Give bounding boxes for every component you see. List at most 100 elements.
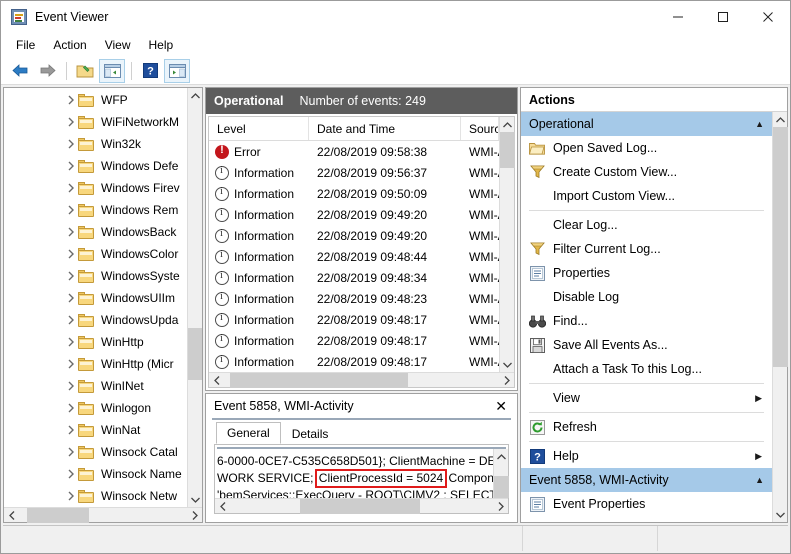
- column-header-level[interactable]: Level: [209, 117, 309, 140]
- scroll-up-arrow[interactable]: [494, 449, 509, 464]
- action-item[interactable]: ? Help ▶: [521, 444, 772, 468]
- chevron-right-icon[interactable]: [64, 315, 78, 325]
- event-scroll-track[interactable]: [499, 132, 515, 357]
- submenu-arrow-icon[interactable]: ▶: [755, 393, 772, 404]
- event-list-vertical-scrollbar[interactable]: [499, 117, 515, 372]
- maximize-button[interactable]: [700, 1, 745, 33]
- details-hscroll-thumb[interactable]: [300, 498, 420, 514]
- submenu-arrow-icon[interactable]: ▶: [755, 451, 772, 462]
- scroll-left-arrow[interactable]: [209, 373, 224, 388]
- tree-item[interactable]: WinNat: [4, 419, 187, 441]
- event-hscroll-thumb[interactable]: [230, 372, 408, 388]
- tree-hscroll-track[interactable]: [19, 507, 187, 523]
- table-row[interactable]: Information 22/08/2019 09:48:17 WMI-A: [209, 330, 499, 351]
- actions-scroll-thumb[interactable]: [772, 127, 788, 367]
- tree-item[interactable]: WinHttp (Micr: [4, 353, 187, 375]
- details-hscroll-track[interactable]: [230, 498, 493, 514]
- chevron-right-icon[interactable]: [64, 425, 78, 435]
- chevron-right-icon[interactable]: [64, 447, 78, 457]
- scroll-right-arrow[interactable]: [499, 373, 514, 388]
- action-item[interactable]: Open Saved Log...: [521, 136, 772, 160]
- table-row[interactable]: Information 22/08/2019 09:50:09 WMI-A: [209, 183, 499, 204]
- table-row[interactable]: Information 22/08/2019 09:48:17 WMI-A: [209, 309, 499, 330]
- tab-details[interactable]: Details: [281, 423, 340, 444]
- scroll-left-arrow[interactable]: [4, 508, 19, 523]
- scroll-up-arrow[interactable]: [188, 88, 203, 103]
- chevron-right-icon[interactable]: [64, 183, 78, 193]
- table-row[interactable]: Information 22/08/2019 09:56:37 WMI-A: [209, 162, 499, 183]
- action-item[interactable]: Disable Log: [521, 285, 772, 309]
- scroll-right-arrow[interactable]: [187, 508, 202, 523]
- tree-item[interactable]: Winsock Catal: [4, 441, 187, 463]
- menu-help[interactable]: Help: [140, 35, 183, 55]
- chevron-right-icon[interactable]: [64, 403, 78, 413]
- event-scroll-thumb[interactable]: [499, 132, 515, 168]
- forward-button[interactable]: [34, 59, 60, 83]
- tree-item[interactable]: Windows Rem: [4, 199, 187, 221]
- chevron-right-icon[interactable]: [64, 337, 78, 347]
- tree-item[interactable]: WindowsSyste: [4, 265, 187, 287]
- table-row[interactable]: Information 22/08/2019 09:48:44 WMI-A: [209, 246, 499, 267]
- action-item[interactable]: Import Custom View...: [521, 184, 772, 208]
- tab-general[interactable]: General: [216, 422, 281, 444]
- tree-item[interactable]: WFP: [4, 89, 187, 111]
- scroll-up-arrow[interactable]: [500, 117, 515, 132]
- action-item[interactable]: Find...: [521, 309, 772, 333]
- tree-item[interactable]: WinHttp: [4, 331, 187, 353]
- chevron-right-icon[interactable]: [64, 161, 78, 171]
- details-horizontal-scrollbar[interactable]: [215, 498, 508, 514]
- details-vertical-scrollbar[interactable]: [493, 449, 509, 498]
- actions-scroll-track[interactable]: [772, 127, 788, 507]
- chevron-right-icon[interactable]: [64, 491, 78, 501]
- actions-vertical-scrollbar[interactable]: [772, 112, 788, 522]
- column-header-date-and-time[interactable]: Date and Time: [309, 117, 461, 140]
- chevron-up-icon[interactable]: ▲: [755, 119, 764, 129]
- tree-item[interactable]: Winlogon: [4, 397, 187, 419]
- action-item[interactable]: Event Properties: [521, 492, 772, 516]
- scroll-right-arrow[interactable]: [493, 499, 508, 514]
- details-scroll-track[interactable]: [493, 464, 509, 498]
- scroll-down-arrow[interactable]: [500, 357, 515, 372]
- tree-item[interactable]: WinINet: [4, 375, 187, 397]
- tree-item[interactable]: Windows Defe: [4, 155, 187, 177]
- column-header-source[interactable]: Source: [461, 117, 499, 140]
- tree-item[interactable]: Winsock Name: [4, 463, 187, 485]
- minimize-button[interactable]: [655, 1, 700, 33]
- chevron-right-icon[interactable]: [64, 227, 78, 237]
- chevron-right-icon[interactable]: [64, 95, 78, 105]
- scroll-down-arrow[interactable]: [188, 492, 203, 507]
- tree-item[interactable]: WindowsColor: [4, 243, 187, 265]
- chevron-right-icon[interactable]: [64, 469, 78, 479]
- action-item[interactable]: Attach Task To This Event...: [521, 516, 772, 522]
- chevron-right-icon[interactable]: [64, 249, 78, 259]
- menu-view[interactable]: View: [96, 35, 140, 55]
- scroll-down-arrow[interactable]: [773, 507, 788, 522]
- scroll-left-arrow[interactable]: [215, 499, 230, 514]
- scroll-up-arrow[interactable]: [773, 112, 788, 127]
- actions-group-header[interactable]: Operational ▲: [521, 112, 772, 136]
- tree-item[interactable]: WindowsBack: [4, 221, 187, 243]
- actions-group-header[interactable]: Event 5858, WMI-Activity ▲: [521, 468, 772, 492]
- table-row[interactable]: Information 22/08/2019 09:48:17 WMI-A: [209, 351, 499, 372]
- action-item[interactable]: Properties: [521, 261, 772, 285]
- close-button[interactable]: [745, 1, 790, 33]
- action-item[interactable]: Filter Current Log...: [521, 237, 772, 261]
- action-item[interactable]: Attach a Task To this Log...: [521, 357, 772, 381]
- tree-scroll-thumb[interactable]: [187, 328, 202, 380]
- action-item[interactable]: Create Custom View...: [521, 160, 772, 184]
- chevron-right-icon[interactable]: [64, 139, 78, 149]
- back-button[interactable]: [7, 59, 33, 83]
- tree-hscroll-thumb[interactable]: [27, 507, 89, 523]
- chevron-right-icon[interactable]: [64, 117, 78, 127]
- table-row[interactable]: Information 22/08/2019 09:49:20 WMI-A: [209, 225, 499, 246]
- table-row[interactable]: Information 22/08/2019 09:48:34 WMI-A: [209, 267, 499, 288]
- chevron-right-icon[interactable]: [64, 205, 78, 215]
- chevron-right-icon[interactable]: [64, 381, 78, 391]
- menu-file[interactable]: File: [7, 35, 44, 55]
- action-item[interactable]: Refresh: [521, 415, 772, 439]
- tree-scroll-track[interactable]: [187, 103, 202, 492]
- chevron-right-icon[interactable]: [64, 293, 78, 303]
- action-item[interactable]: Clear Log...: [521, 213, 772, 237]
- tree-item[interactable]: Windows Firev: [4, 177, 187, 199]
- event-description-text[interactable]: 6-0000-0CE7-C535C658D501}; ClientMachine…: [215, 449, 493, 498]
